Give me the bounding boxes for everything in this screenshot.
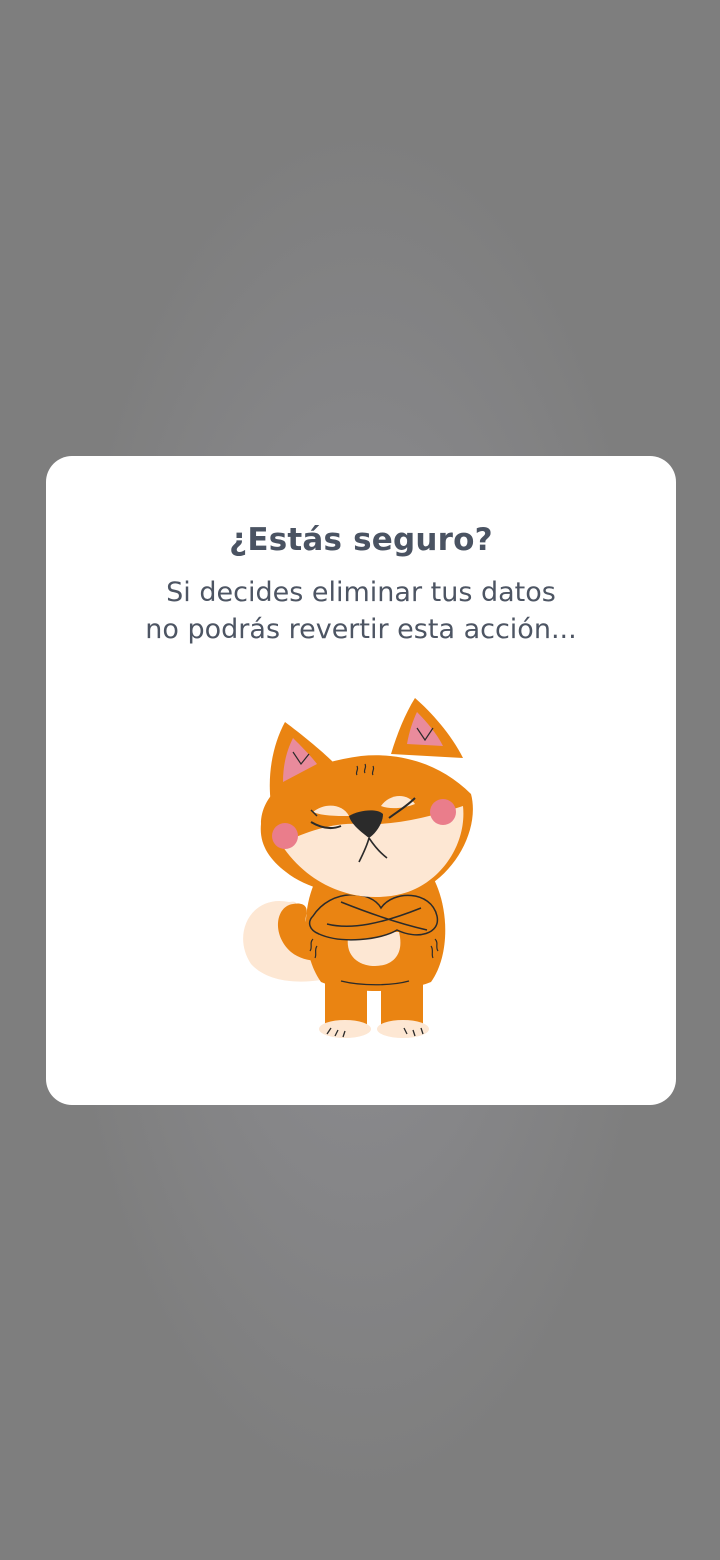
dog-left-paw xyxy=(319,1020,371,1038)
dialog-message-line-2: no podrás revertir esta acción... xyxy=(145,614,577,645)
dog-right-cheek xyxy=(430,799,456,825)
shiba-dog-arms-crossed-icon xyxy=(243,698,473,1038)
dog-left-cheek xyxy=(272,823,298,849)
dialog-message-line-1: Si decides eliminar tus datos xyxy=(166,577,556,608)
dialog-title: ¿Estás seguro? xyxy=(229,522,493,558)
dog-arms xyxy=(308,894,439,941)
confirmation-dialog: ¿Estás seguro? Si decides eliminar tus d… xyxy=(46,456,676,1105)
dialog-message: Si decides eliminar tus datos no podrás … xyxy=(86,574,636,648)
